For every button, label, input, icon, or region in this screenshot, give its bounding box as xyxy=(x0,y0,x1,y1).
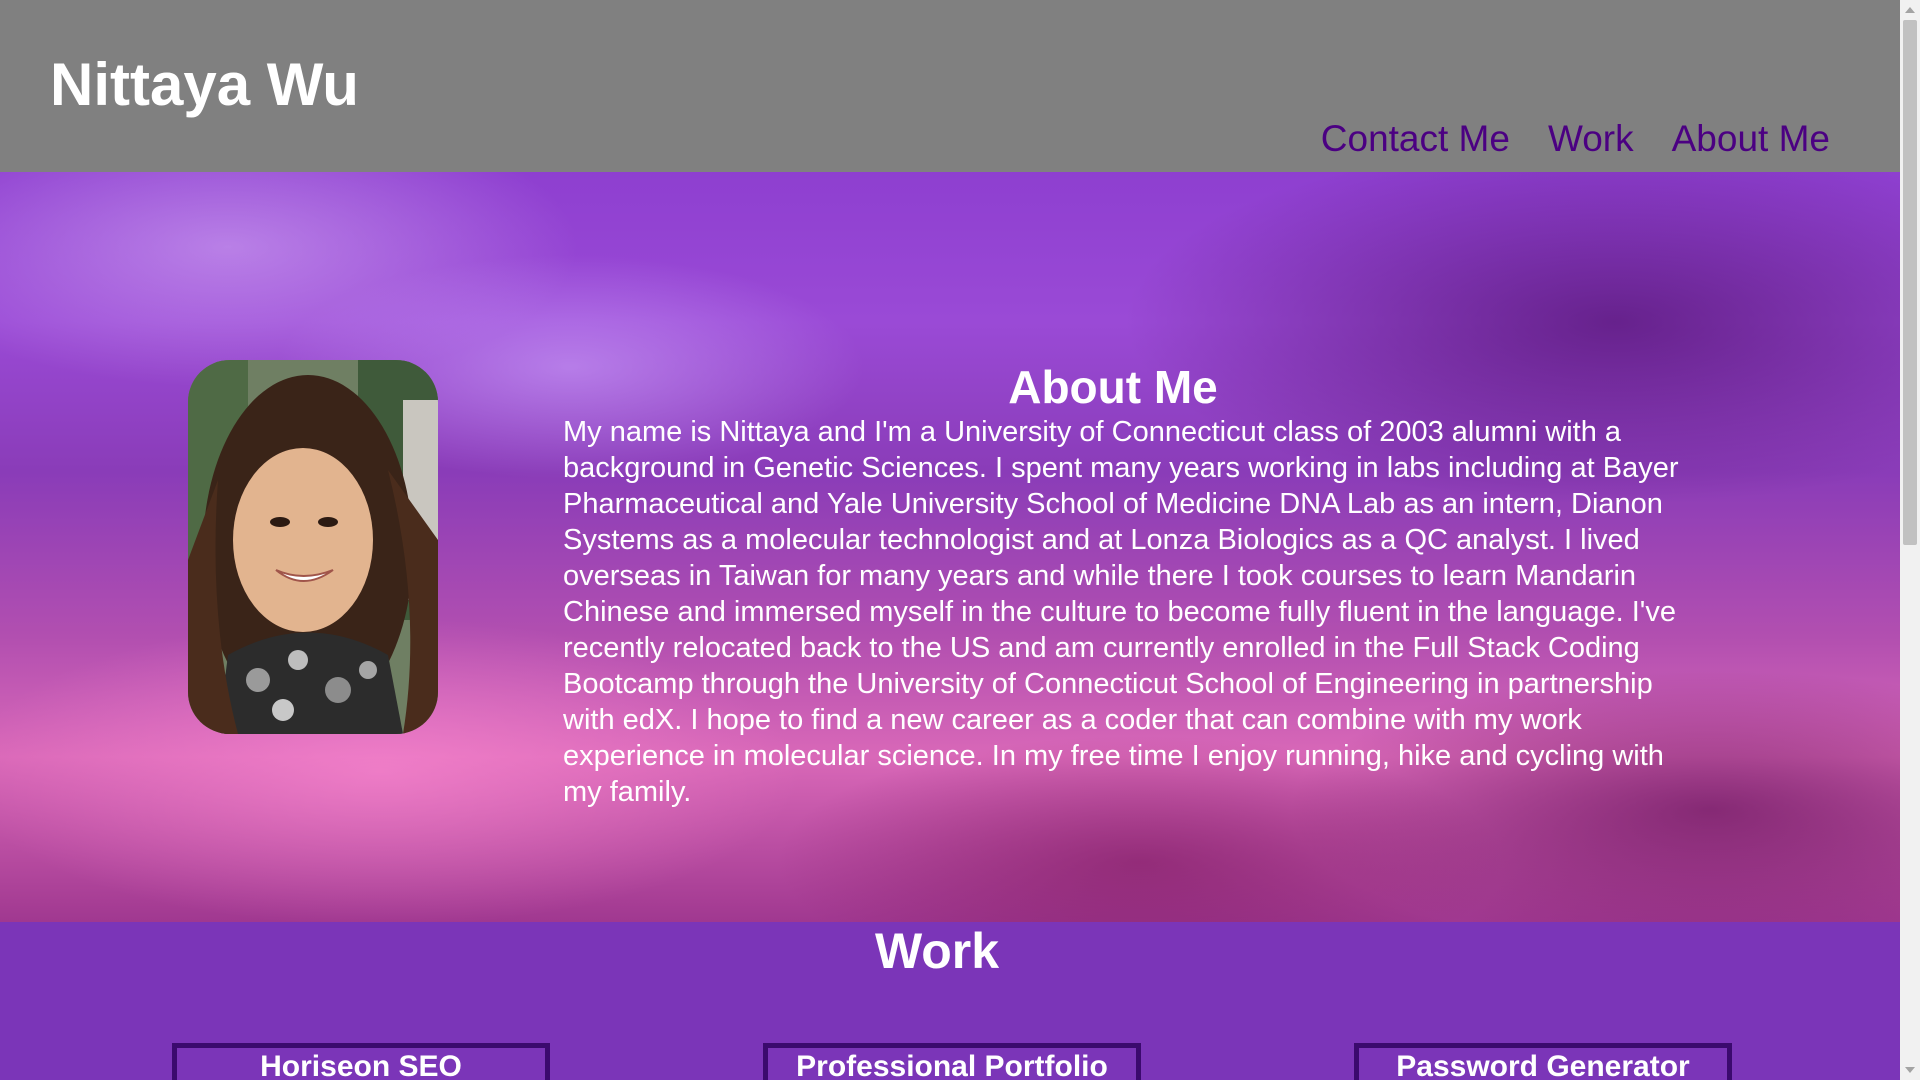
nav-about-me[interactable]: About Me xyxy=(1672,118,1830,160)
nav-work[interactable]: Work xyxy=(1548,118,1634,160)
project-title: Password Generator xyxy=(1396,1050,1690,1080)
scrollbar-thumb[interactable] xyxy=(1903,20,1917,545)
project-title: Professional Portfolio xyxy=(796,1050,1108,1080)
nav-contact-me[interactable]: Contact Me xyxy=(1321,118,1510,160)
about-section: About Me My name is Nittaya and I'm a Un… xyxy=(0,172,1900,922)
project-card-horiseon-seo[interactable]: Horiseon SEO xyxy=(172,1043,550,1080)
page: Nittaya Wu Contact Me Work About Me Abou… xyxy=(0,0,1900,1080)
vertical-scrollbar[interactable] xyxy=(1900,0,1920,1080)
scroll-up-button[interactable] xyxy=(1900,0,1920,20)
profile-photo xyxy=(188,360,438,734)
about-paragraph: My name is Nittaya and I'm a University … xyxy=(563,416,1679,808)
arrow-up-icon xyxy=(1905,7,1915,13)
about-title: About Me xyxy=(1008,361,1218,413)
site-title: Nittaya Wu xyxy=(50,51,359,118)
project-card-professional-portfolio[interactable]: Professional Portfolio xyxy=(763,1043,1141,1080)
site-header: Nittaya Wu Contact Me Work About Me xyxy=(0,0,1900,172)
project-title: Horiseon SEO xyxy=(260,1050,462,1080)
work-section: Work Horiseon SEO Professional Portfolio… xyxy=(0,922,1900,1080)
main-nav: Contact Me Work About Me xyxy=(1321,118,1830,160)
project-card-password-generator[interactable]: Password Generator xyxy=(1354,1043,1732,1080)
work-title: Work xyxy=(874,923,1000,979)
scroll-down-button[interactable] xyxy=(1900,1060,1920,1080)
arrow-down-icon xyxy=(1905,1067,1915,1073)
